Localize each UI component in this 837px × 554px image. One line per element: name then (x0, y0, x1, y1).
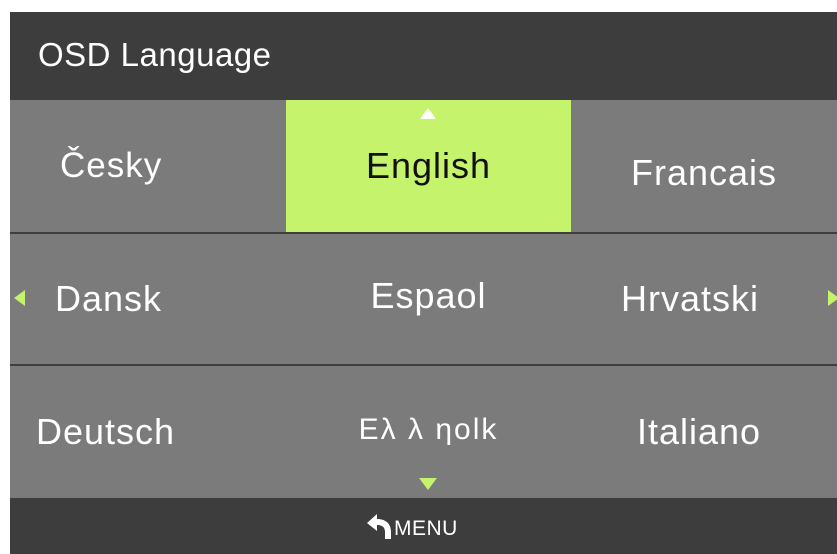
language-label: Espaol (370, 275, 487, 316)
language-option-italiano[interactable]: Italiano (571, 366, 837, 498)
language-option-hrvatski[interactable]: Hrvatski (571, 234, 837, 364)
language-label: Francais (630, 152, 778, 193)
page-title: OSD Language (38, 36, 272, 73)
language-option-francais[interactable]: Francais (571, 100, 837, 232)
language-option-english[interactable]: English (286, 100, 571, 232)
scroll-down-icon[interactable] (419, 478, 437, 490)
scroll-right-icon[interactable] (828, 290, 837, 306)
language-option-deutsch[interactable]: Deutsch (10, 366, 286, 498)
language-option-dansk[interactable]: Dansk (10, 234, 286, 364)
menu-label: MENU (394, 517, 458, 540)
title-bar: OSD Language (10, 12, 837, 100)
return-arrow-icon (367, 514, 391, 539)
language-option-espaol[interactable]: Espaol (286, 234, 571, 358)
language-label: Hrvatski (621, 278, 760, 319)
language-label: English (365, 145, 492, 186)
language-label: Česky (60, 146, 163, 185)
scroll-up-icon[interactable] (420, 108, 436, 119)
language-label: Deutsch (36, 411, 176, 452)
menu-button[interactable]: MENU (365, 510, 458, 540)
language-label: Italiano (636, 411, 762, 452)
language-label: Eλ λ ηolk (358, 413, 499, 446)
footer-bar: MENU (10, 498, 837, 554)
language-label: Dansk (55, 278, 163, 319)
osd-language-panel: OSD Language Česky English Francais Dans… (10, 12, 837, 554)
language-option-cesky[interactable]: Česky (10, 100, 286, 232)
